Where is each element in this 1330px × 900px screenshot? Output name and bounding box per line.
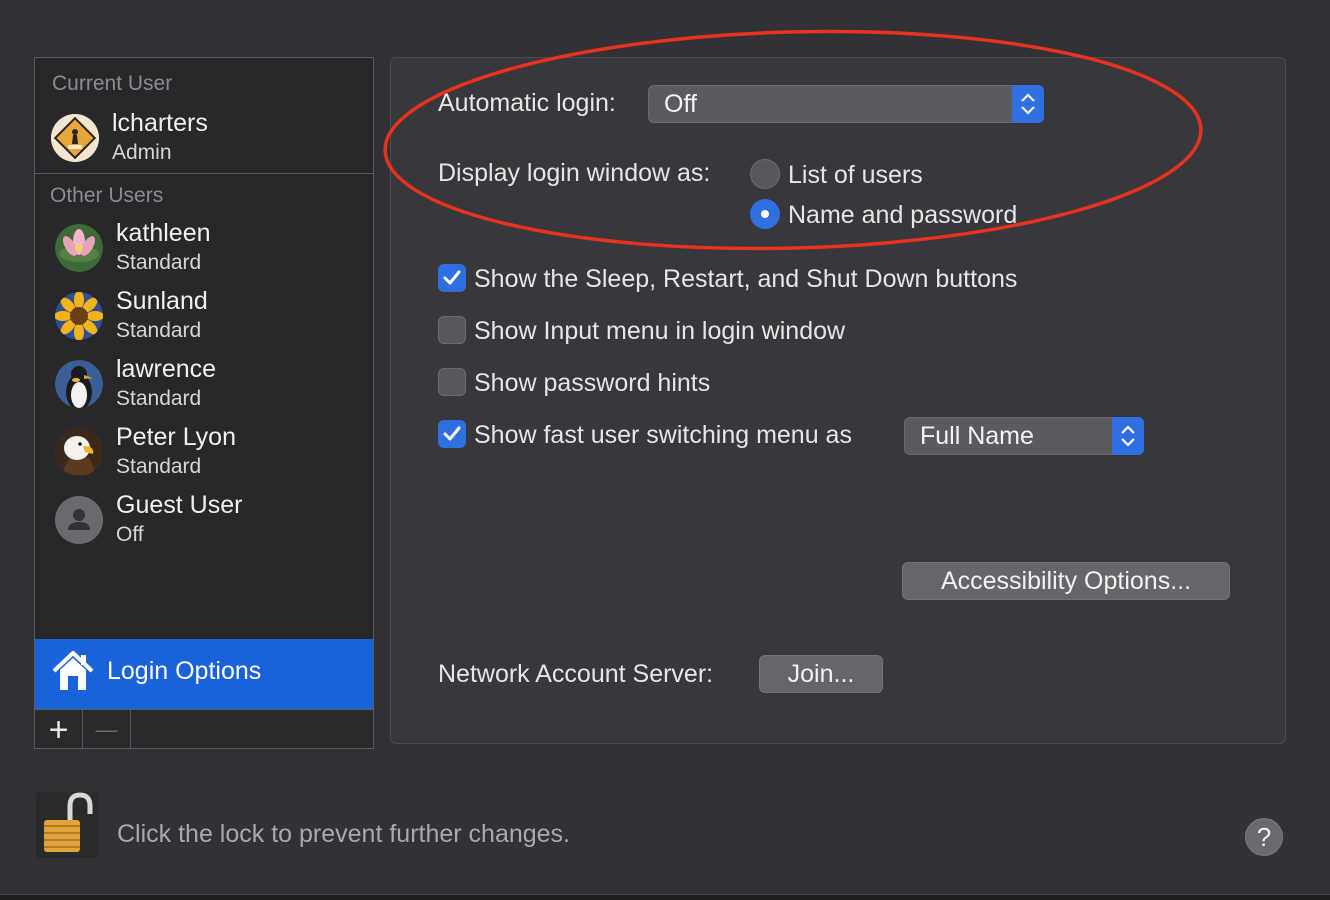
crossing-sign-icon	[51, 114, 99, 162]
show-fast-user-switching-label: Show fast user switching menu as	[474, 421, 852, 449]
help-button[interactable]: ?	[1245, 818, 1283, 856]
current-user-label: Current User	[52, 72, 173, 95]
checkmark-icon	[443, 270, 461, 285]
user-name: Peter Lyon	[116, 423, 236, 451]
user-row-guest-user[interactable]: Guest User Off	[35, 488, 373, 552]
show-sleep-restart-checkbox[interactable]	[438, 264, 466, 292]
fast-user-switching-popup[interactable]: Full Name	[904, 417, 1144, 455]
user-row-sunland[interactable]: Sunland Standard	[35, 284, 373, 348]
stepper-arrows-icon	[1112, 417, 1144, 455]
avatar-lotus	[55, 224, 103, 272]
generic-user-icon	[55, 496, 103, 544]
automatic-login-popup[interactable]: Off	[648, 85, 1044, 123]
join-button[interactable]: Join...	[759, 655, 883, 693]
display-login-window-label: Display login window as:	[438, 159, 711, 187]
radio-name-and-password-label: Name and password	[788, 201, 1018, 229]
user-role: Standard	[116, 387, 202, 410]
automatic-login-label: Automatic login:	[438, 89, 616, 117]
user-name: kathleen	[116, 219, 211, 247]
radio-list-of-users[interactable]	[750, 159, 780, 189]
show-input-menu-checkbox[interactable]	[438, 316, 466, 344]
show-password-hints-label: Show password hints	[474, 369, 711, 397]
user-role: Admin	[112, 141, 172, 164]
avatar-guest	[55, 496, 103, 544]
user-row-peter-lyon[interactable]: Peter Lyon Standard	[35, 420, 373, 484]
add-user-button[interactable]: +	[35, 710, 83, 749]
user-name: lawrence	[116, 355, 217, 383]
user-name: lcharters	[112, 109, 208, 137]
user-row-lcharters[interactable]: lcharters Admin	[35, 106, 373, 170]
user-role: Standard	[116, 319, 202, 342]
show-password-hints-checkbox[interactable]	[438, 368, 466, 396]
sunflower-icon	[55, 292, 103, 340]
login-options-panel: Automatic login: Off Display login windo…	[390, 57, 1286, 744]
sidebar-footer: + —	[35, 709, 373, 749]
stepper-arrows-icon	[1012, 85, 1044, 123]
user-role: Standard	[116, 455, 202, 478]
avatar-penguin	[55, 360, 103, 408]
user-role: Off	[116, 523, 144, 546]
user-row-lawrence[interactable]: lawrence Standard	[35, 352, 373, 416]
show-input-menu-label: Show Input menu in login window	[474, 317, 846, 345]
show-fast-user-switching-checkbox[interactable]	[438, 420, 466, 448]
radio-name-and-password[interactable]	[750, 199, 780, 229]
remove-user-button[interactable]: —	[83, 710, 131, 749]
login-options-label: Login Options	[107, 657, 262, 685]
avatar-crossing-sign	[51, 114, 99, 162]
user-name: Guest User	[116, 491, 243, 519]
other-users-label: Other Users	[50, 184, 164, 207]
eagle-icon	[55, 428, 103, 476]
user-row-kathleen[interactable]: kathleen Standard	[35, 216, 373, 280]
penguin-icon	[55, 360, 103, 408]
divider	[35, 173, 373, 174]
network-account-server-label: Network Account Server:	[438, 660, 714, 688]
automatic-login-value: Off	[664, 90, 697, 118]
checkmark-icon	[443, 426, 461, 441]
login-options-item[interactable]: Login Options	[35, 639, 373, 709]
avatar-sunflower	[55, 292, 103, 340]
user-name: Sunland	[116, 287, 208, 315]
avatar-eagle	[55, 428, 103, 476]
lotus-flower-icon	[55, 224, 103, 272]
lock-hint-text: Click the lock to prevent further change…	[117, 820, 571, 848]
accessibility-options-button[interactable]: Accessibility Options...	[902, 562, 1230, 600]
fast-user-switching-value: Full Name	[920, 422, 1034, 450]
user-role: Standard	[116, 251, 202, 274]
users-sidebar: Current User lcharters Admin Other Users	[34, 57, 374, 749]
radio-list-of-users-label: List of users	[788, 161, 923, 189]
unlocked-padlock-icon[interactable]	[36, 792, 98, 858]
show-sleep-restart-label: Show the Sleep, Restart, and Shut Down b…	[474, 265, 1018, 293]
house-icon	[52, 651, 94, 690]
window-bottom-edge	[0, 894, 1330, 900]
